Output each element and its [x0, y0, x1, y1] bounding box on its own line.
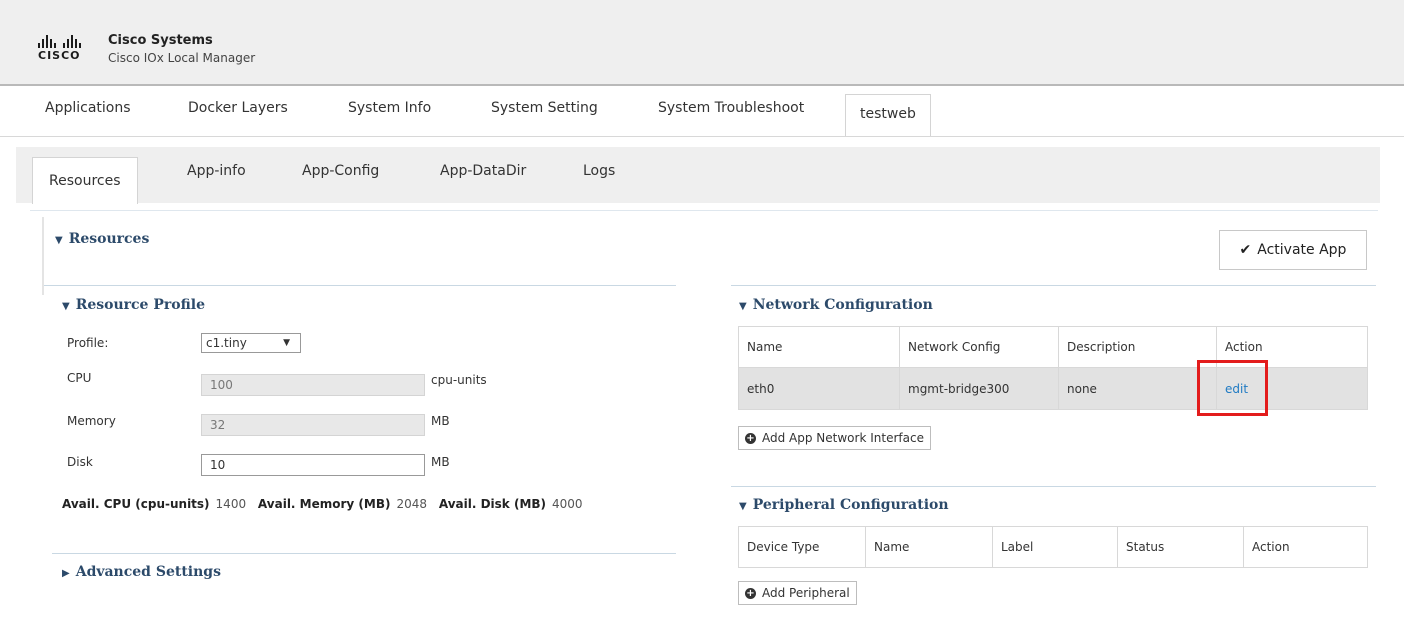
collapse-triangle-icon: ▶: [62, 568, 70, 579]
avail-cpu-value: 1400: [215, 497, 247, 511]
tab-system-info[interactable]: System Info: [348, 100, 431, 116]
add-network-interface-button[interactable]: + Add App Network Interface: [738, 426, 931, 450]
table-header-row: Name Network Config Description Action: [738, 326, 1368, 368]
profile-select-value: c1.tiny: [206, 336, 247, 350]
avail-disk-label: Avail. Disk (MB): [438, 497, 547, 511]
tab-testweb[interactable]: testweb: [845, 94, 931, 137]
avail-cpu-label: Avail. CPU (cpu-units): [62, 497, 210, 511]
add-peripheral-button[interactable]: + Add Peripheral: [738, 581, 857, 605]
column-header: Device Type: [738, 526, 866, 568]
tab-system-troubleshoot[interactable]: System Troubleshoot: [658, 100, 804, 116]
memory-field: 32: [201, 414, 425, 436]
plus-circle-icon: +: [745, 432, 756, 444]
interface-network-config: mgmt-bridge300: [899, 367, 1059, 410]
peripheral-config-title: Peripheral Configuration: [752, 497, 949, 513]
cpu-label: CPU: [67, 371, 92, 385]
peripheral-table: Device Type Name Label Status Action: [738, 526, 1368, 568]
main-tabs: Applications Docker Layers System Info S…: [0, 86, 1404, 137]
avail-memory-value: 2048: [396, 497, 428, 511]
activate-app-button[interactable]: ✔ Activate App: [1219, 230, 1367, 270]
divider: [44, 285, 676, 286]
memory-label: Memory: [67, 414, 116, 428]
tab-app-config[interactable]: App-Config: [302, 163, 379, 179]
advanced-settings-title: Advanced Settings: [75, 564, 221, 580]
resources-section-title: Resources: [68, 231, 150, 247]
tab-app-datadir[interactable]: App-DataDir: [440, 163, 526, 179]
cpu-field: 100: [201, 374, 425, 396]
disk-unit: MB: [431, 455, 450, 469]
available-resources: Avail. CPU (cpu-units) 1400 Avail. Memory…: [62, 497, 591, 511]
cisco-logo: CISCO: [38, 34, 98, 68]
column-header: Name: [865, 526, 993, 568]
peripheral-config-toggle[interactable]: ▼ Peripheral Configuration: [739, 497, 949, 513]
profile-label: Profile:: [67, 336, 109, 350]
disk-label: Disk: [67, 455, 93, 469]
tab-docker-layers[interactable]: Docker Layers: [188, 100, 288, 116]
app-header: CISCO Cisco Systems Cisco IOx Local Mana…: [0, 0, 1404, 84]
column-header: Network Config: [899, 326, 1059, 368]
tab-logs[interactable]: Logs: [583, 163, 615, 179]
dropdown-arrow-icon: ▼: [283, 338, 290, 348]
app-sub-tabs: Resources App-info App-Config App-DataDi…: [16, 147, 1380, 204]
divider: [731, 486, 1376, 487]
profile-select[interactable]: c1.tiny ▼: [201, 333, 301, 353]
resource-profile-toggle[interactable]: ▼ Resource Profile: [62, 297, 205, 313]
expand-triangle-icon: ▼: [55, 235, 63, 246]
tabs-divider: [0, 136, 1404, 137]
tab-resources[interactable]: Resources: [32, 157, 138, 204]
activate-app-label: Activate App: [1257, 242, 1347, 258]
network-config-title: Network Configuration: [752, 297, 933, 313]
expand-triangle-icon: ▼: [739, 501, 747, 512]
table-header-row: Device Type Name Label Status Action: [738, 526, 1368, 568]
memory-unit: MB: [431, 414, 450, 428]
table-row: eth0 mgmt-bridge300 none edit: [738, 367, 1368, 410]
product-name: Cisco IOx Local Manager: [108, 51, 256, 65]
column-header: Label: [992, 526, 1118, 568]
add-network-interface-label: Add App Network Interface: [762, 431, 924, 445]
add-peripheral-label: Add Peripheral: [762, 586, 850, 600]
network-config-toggle[interactable]: ▼ Network Configuration: [739, 297, 933, 313]
panel-left-border: [42, 217, 44, 295]
column-header: Name: [738, 326, 900, 368]
column-header: Action: [1243, 526, 1368, 568]
tab-system-setting[interactable]: System Setting: [491, 100, 598, 116]
interface-name: eth0: [738, 367, 900, 410]
disk-input[interactable]: 10: [201, 454, 425, 476]
divider: [52, 553, 676, 554]
company-name: Cisco Systems: [108, 33, 213, 48]
expand-triangle-icon: ▼: [739, 301, 747, 312]
avail-memory-label: Avail. Memory (MB): [257, 497, 391, 511]
resource-profile-title: Resource Profile: [75, 297, 205, 313]
tab-applications[interactable]: Applications: [45, 100, 131, 116]
checkmark-icon: ✔: [1239, 242, 1252, 258]
expand-triangle-icon: ▼: [62, 301, 70, 312]
tab-app-info[interactable]: App-info: [187, 163, 246, 179]
column-header: Status: [1117, 526, 1244, 568]
plus-circle-icon: +: [745, 587, 756, 599]
network-table: Name Network Config Description Action e…: [738, 326, 1368, 410]
column-header: Description: [1058, 326, 1217, 368]
resources-section-toggle[interactable]: ▼ Resources: [55, 231, 149, 247]
highlight-box: [1197, 360, 1268, 416]
cpu-unit: cpu-units: [431, 373, 487, 387]
advanced-settings-toggle[interactable]: ▶ Advanced Settings: [62, 564, 221, 580]
interface-description: none: [1058, 367, 1217, 410]
avail-disk-value: 4000: [552, 497, 583, 511]
divider: [731, 285, 1376, 286]
